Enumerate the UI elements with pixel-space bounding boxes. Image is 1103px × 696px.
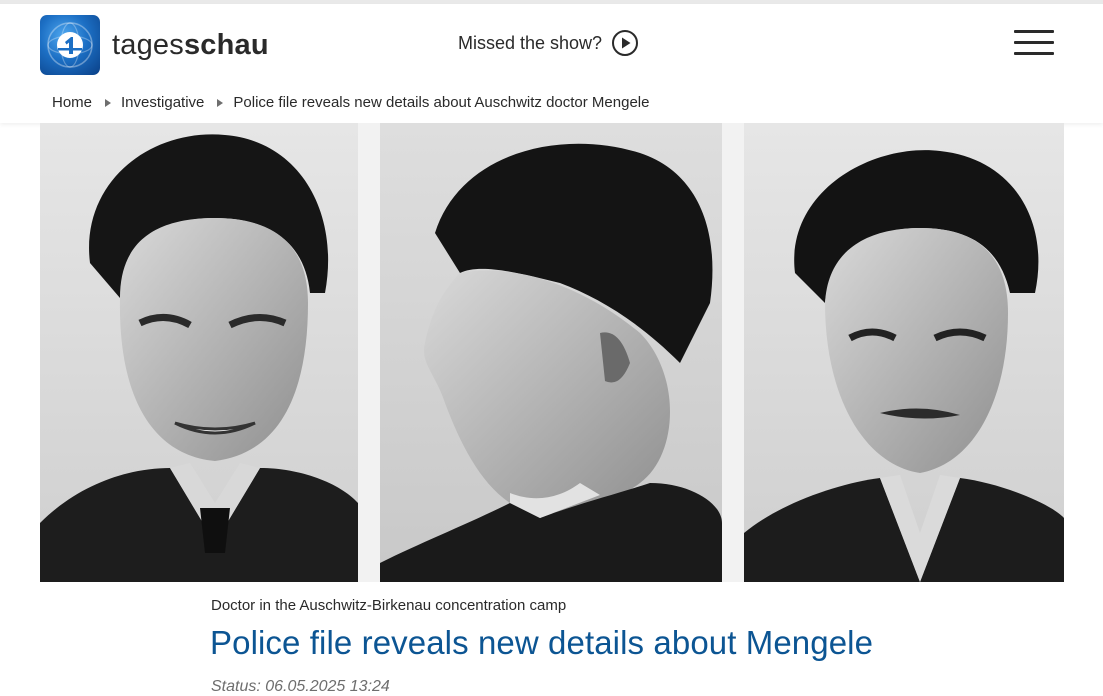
hamburger-menu-icon[interactable] — [1014, 30, 1054, 60]
article-status: Status: 06.05.2025 13:24 — [211, 678, 390, 695]
hero-image — [40, 123, 1064, 582]
breadcrumb: Home Investigative Police file reveals n… — [52, 94, 649, 111]
play-circle-icon — [612, 30, 639, 56]
missed-the-show-label: Missed the show? — [458, 32, 603, 53]
tagesschau-logo[interactable]: tagesschau — [40, 15, 269, 75]
portrait-older — [744, 123, 1064, 582]
menu-bar-top — [1014, 30, 1054, 33]
menu-bar-bottom — [1014, 52, 1054, 55]
portrait-profile — [380, 123, 722, 582]
menu-bar-middle — [1014, 41, 1054, 44]
article-headline: Police file reveals new details about Me… — [210, 624, 874, 661]
site-header: tagesschau Missed the show? Home Investi… — [0, 4, 1103, 123]
logo-wordmark: tagesschau — [112, 29, 269, 62]
breadcrumb-separator-icon — [217, 98, 224, 107]
breadcrumb-investigative-link[interactable]: Investigative — [121, 94, 204, 111]
breadcrumb-separator-icon — [105, 98, 112, 107]
tagesschau-logo-mark-icon — [40, 15, 100, 75]
logo-word-bold: schau — [183, 28, 269, 61]
portrait-frontal — [40, 123, 358, 582]
logo-word-regular: tages — [112, 28, 184, 61]
breadcrumb-home-link[interactable]: Home — [52, 94, 92, 111]
article-topline: Doctor in the Auschwitz-Birkenau concent… — [211, 597, 567, 614]
missed-the-show-button[interactable]: Missed the show? — [458, 30, 639, 56]
breadcrumb-current-page: Police file reveals new details about Au… — [233, 94, 650, 111]
